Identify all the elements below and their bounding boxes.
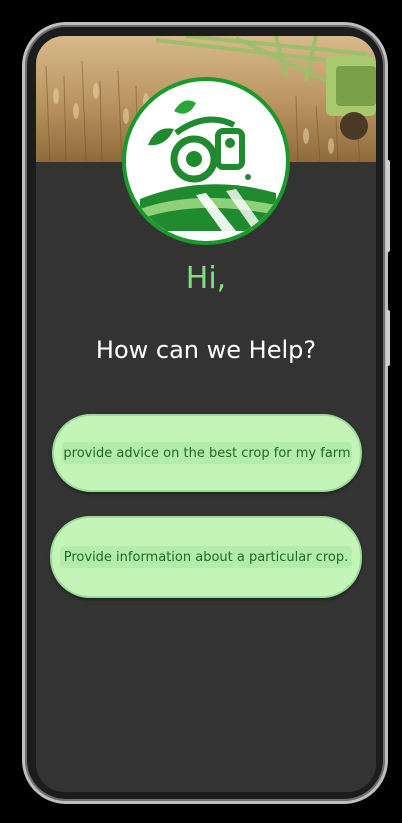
farm-tractor-logo-icon	[122, 77, 290, 245]
power-button	[386, 310, 390, 366]
volume-button	[386, 160, 390, 252]
app-screen: Hi, How can we Help? provide advice on t…	[36, 36, 376, 792]
crop-information-button[interactable]: Provide information about a particular c…	[50, 516, 362, 598]
greeting-text: Hi,	[185, 261, 227, 296]
best-crop-advice-button[interactable]: provide advice on the best crop for my f…	[52, 414, 362, 492]
option-label: Provide information about a particular c…	[63, 549, 349, 565]
help-headline: How can we Help?	[95, 336, 317, 364]
option-label: provide advice on the best crop for my f…	[63, 445, 351, 461]
